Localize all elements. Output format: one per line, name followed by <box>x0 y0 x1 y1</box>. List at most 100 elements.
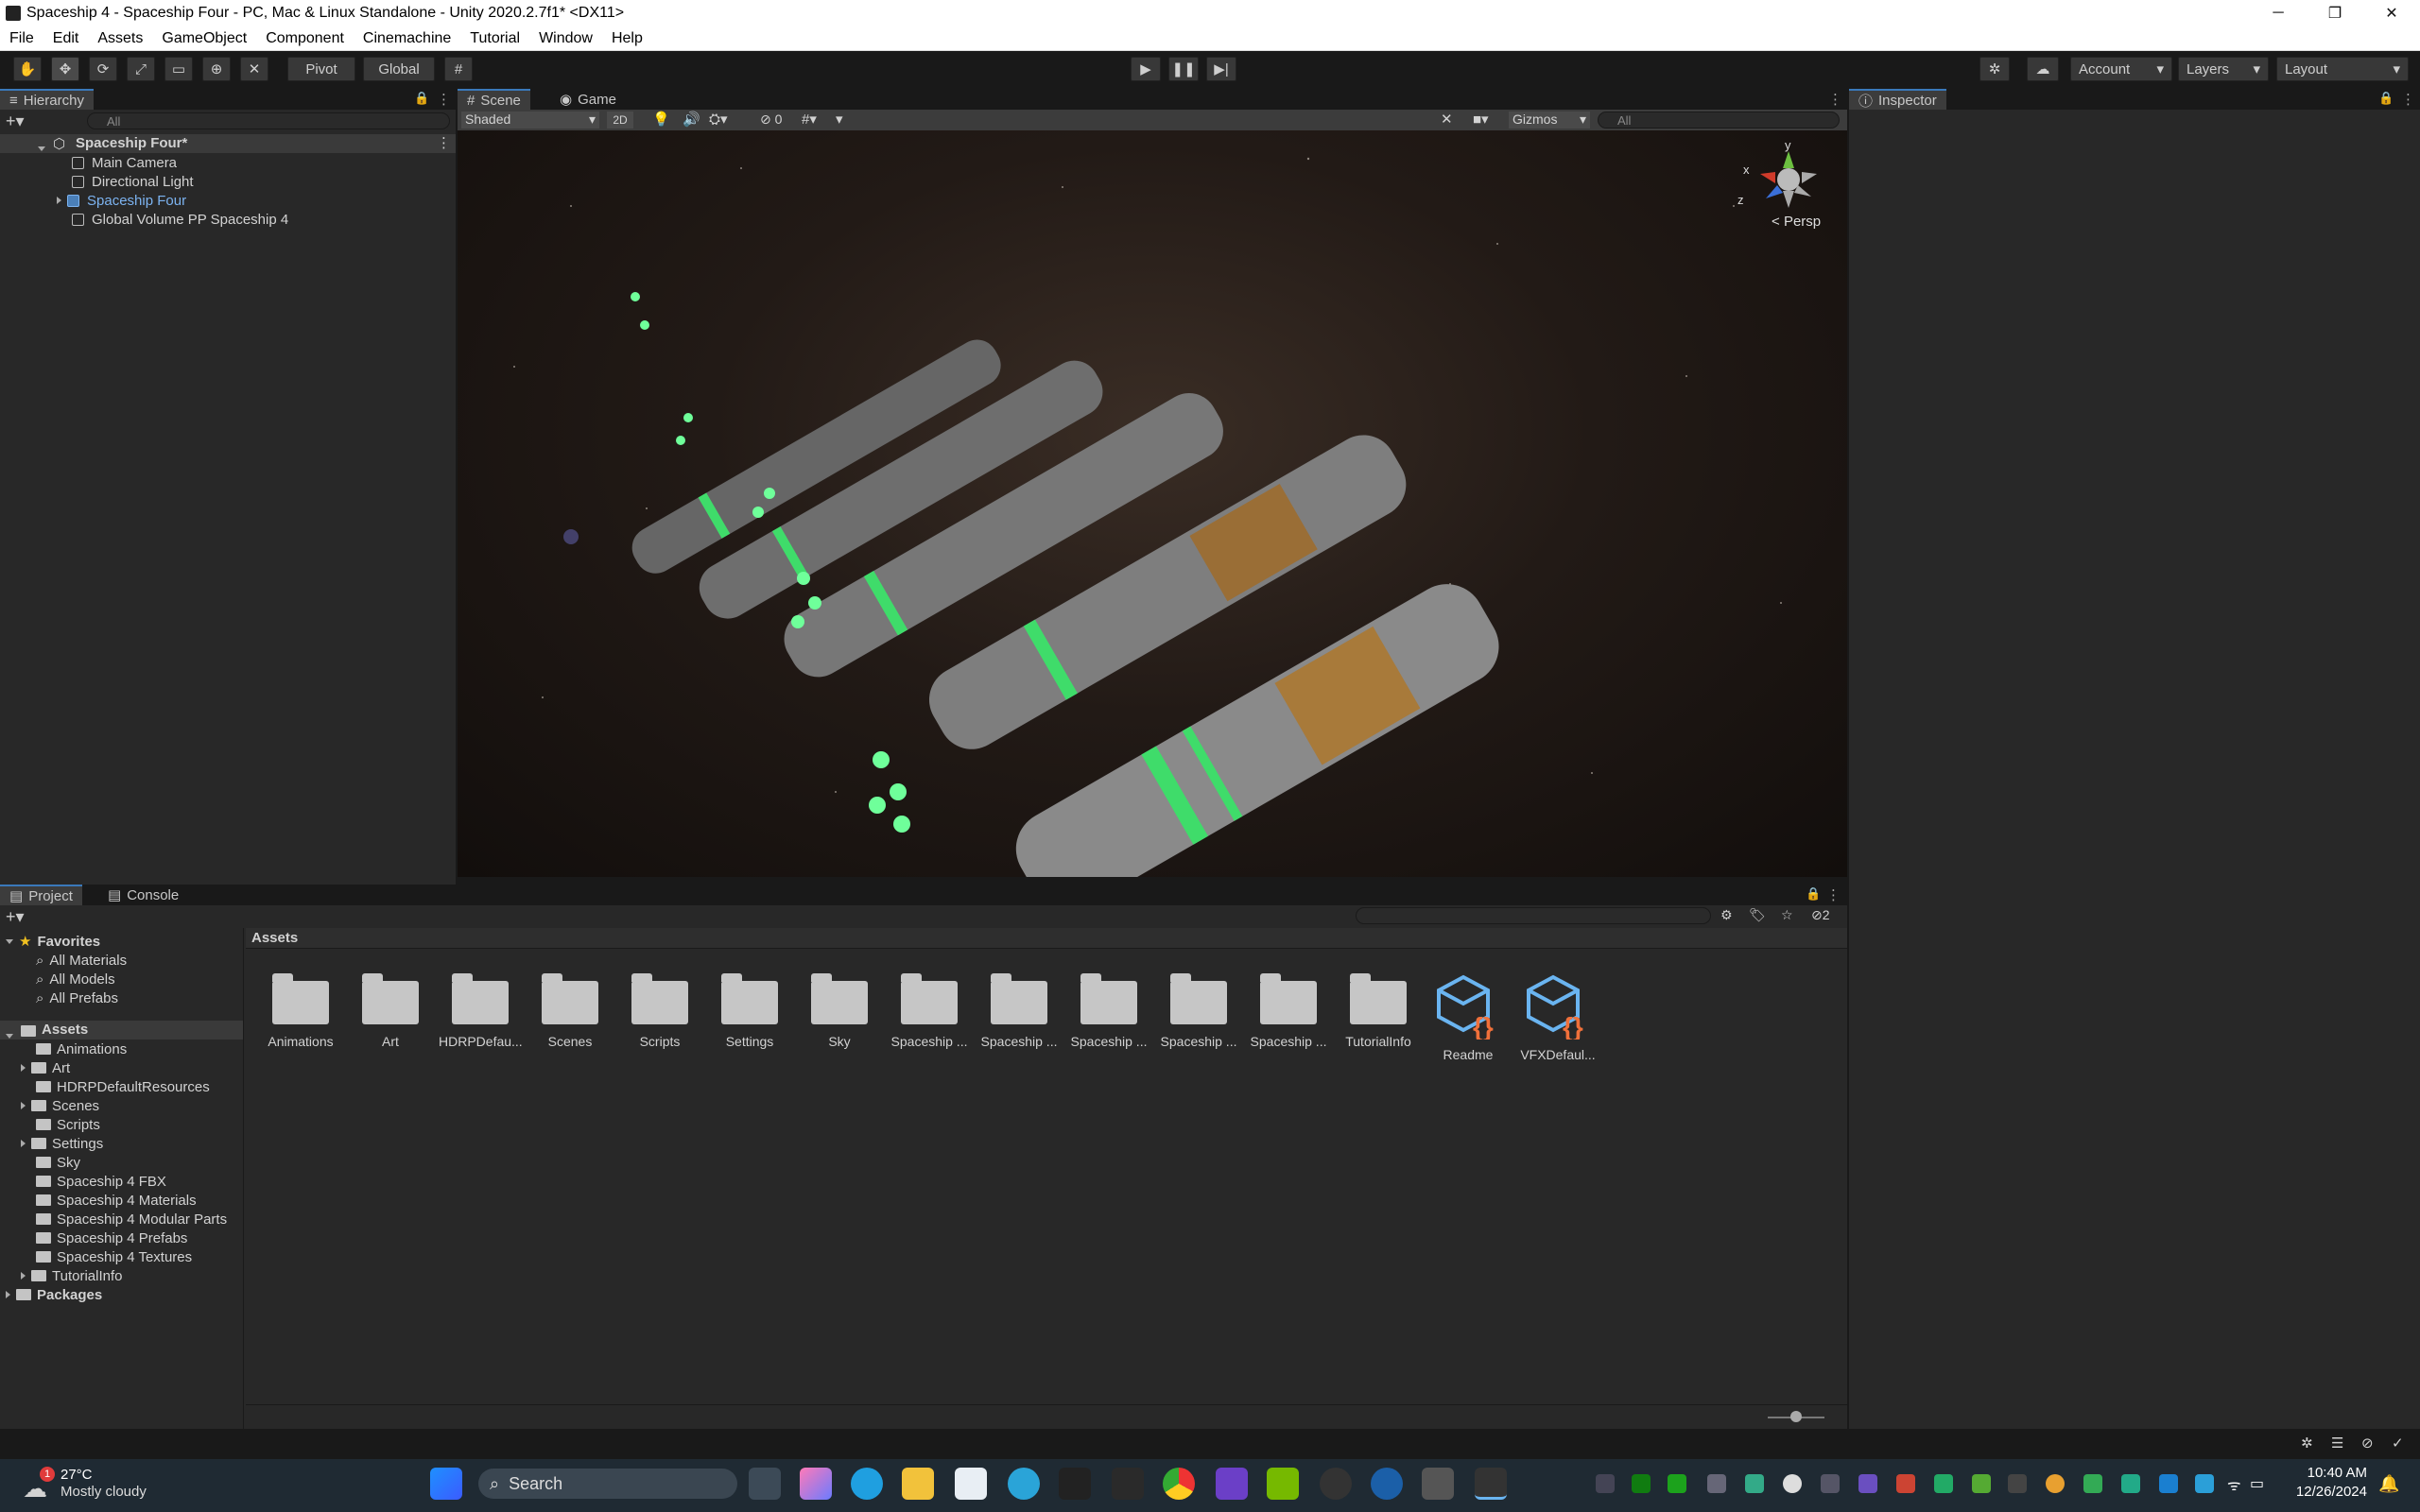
xbox-icon[interactable] <box>1632 1474 1651 1493</box>
chevron-down-icon[interactable]: ▾ <box>836 111 843 128</box>
tab-scene[interactable]: # Scene <box>458 89 530 110</box>
hierarchy-item[interactable]: Spaceship Four <box>57 191 186 210</box>
file-explorer-icon[interactable] <box>902 1468 934 1500</box>
asset-item-folder[interactable]: TutorialInfo <box>1337 973 1420 1049</box>
tray-app-icon[interactable] <box>2121 1474 2140 1493</box>
star-icon[interactable]: ☆ <box>1781 907 1793 923</box>
steam-icon[interactable] <box>1371 1468 1403 1500</box>
tray-app-icon[interactable] <box>1745 1474 1764 1493</box>
tray-app-icon[interactable] <box>2046 1474 2065 1493</box>
menu-tutorial[interactable]: Tutorial <box>460 30 529 47</box>
menu-help[interactable]: Help <box>602 30 652 47</box>
scale-tool-icon[interactable]: ⤢ <box>127 57 155 81</box>
lighting-icon[interactable]: 💡 <box>652 111 670 128</box>
task-view-icon[interactable] <box>749 1468 781 1500</box>
search-by-type-icon[interactable]: ⚙ <box>1720 907 1733 923</box>
menu-component[interactable]: Component <box>256 30 354 47</box>
kebab-menu-icon[interactable]: ⋮ <box>1826 886 1841 903</box>
kebab-menu-icon[interactable]: ⋮ <box>2401 91 2415 108</box>
stack-icon[interactable]: ☰ <box>2331 1435 2343 1452</box>
windows-start-icon[interactable] <box>430 1468 462 1500</box>
asset-item-folder[interactable]: Sky <box>798 973 881 1049</box>
expand-icon[interactable] <box>57 197 61 204</box>
battery-icon[interactable]: ▭ <box>2250 1474 2269 1493</box>
asset-item-readme[interactable]: {} Readme <box>1426 973 1510 1062</box>
asset-item-vfx[interactable]: {} VFXDefaul... <box>1516 973 1599 1062</box>
grid-icon[interactable]: #▾ <box>802 111 817 128</box>
rotate-tool-icon[interactable]: ⟳ <box>89 57 117 81</box>
toggle-2d-button[interactable]: 2D <box>607 112 633 129</box>
nvidia-icon[interactable] <box>1267 1468 1299 1500</box>
effects-icon[interactable]: ⛭▾ <box>709 111 728 128</box>
maximize-button[interactable]: ❐ <box>2307 0 2363 26</box>
asset-item-folder[interactable]: Settings <box>708 973 791 1049</box>
app-icon[interactable] <box>1112 1468 1144 1500</box>
asset-item-folder[interactable]: Spaceship ... <box>1157 973 1240 1049</box>
hidden-objects-toggle[interactable]: ⊘ 0 <box>760 112 782 128</box>
scene-search-input[interactable]: All <box>1598 112 1840 129</box>
menu-edit[interactable]: Edit <box>43 30 89 47</box>
obs-icon[interactable] <box>1320 1468 1352 1500</box>
layout-dropdown[interactable]: Layout ▾ <box>2276 57 2409 81</box>
asset-folder-item[interactable]: Art <box>21 1058 70 1077</box>
asset-folder-item[interactable]: Spaceship 4 Modular Parts <box>36 1210 227 1228</box>
camera-icon[interactable]: ■▾ <box>1473 111 1489 128</box>
app-icon[interactable] <box>1422 1468 1454 1500</box>
tray-app-icon[interactable] <box>1972 1474 1991 1493</box>
clock-time[interactable]: 10:40 AM <box>2295 1465 2367 1481</box>
close-button[interactable]: ✕ <box>2363 0 2420 26</box>
lock-icon[interactable]: 🔒 <box>1806 886 1821 902</box>
kebab-menu-icon[interactable]: ⋮ <box>1828 91 1842 108</box>
add-icon[interactable]: +▾ <box>6 112 25 131</box>
projection-label[interactable]: < Persp <box>1772 214 1821 230</box>
edge-icon[interactable] <box>851 1468 883 1500</box>
teams-icon[interactable] <box>1858 1474 1877 1493</box>
hierarchy-item[interactable]: Directional Light <box>72 172 194 191</box>
menu-cinemachine[interactable]: Cinemachine <box>354 30 460 47</box>
tray-app-icon[interactable] <box>1821 1474 1840 1493</box>
keyboard-icon[interactable] <box>2008 1474 2027 1493</box>
tray-app-icon[interactable] <box>1934 1474 1953 1493</box>
tab-project[interactable]: ▤ Project <box>0 885 82 905</box>
tab-hierarchy[interactable]: ≡ Hierarchy <box>0 89 94 110</box>
create-icon[interactable]: +▾ <box>6 907 25 927</box>
step-button[interactable]: ▶| <box>1206 57 1236 81</box>
expand-icon[interactable] <box>6 1026 19 1043</box>
favorites-header[interactable]: ★ Favorites <box>6 932 100 951</box>
shading-dropdown[interactable]: Shaded ▾ <box>461 112 599 129</box>
scene-row[interactable]: ⬡ Spaceship Four* ⋮ <box>0 134 456 153</box>
tab-game[interactable]: ◉ Game <box>550 89 626 110</box>
store-icon[interactable] <box>955 1468 987 1500</box>
slider-handle[interactable] <box>1790 1411 1802 1422</box>
minimize-button[interactable]: ─ <box>2250 0 2307 26</box>
progress-icon[interactable]: ⊘ <box>2361 1435 2374 1452</box>
notification-bell-icon[interactable]: 🔔 <box>2378 1474 2399 1493</box>
asset-folder-item[interactable]: Scripts <box>36 1115 100 1134</box>
browser-icon[interactable] <box>1008 1468 1040 1500</box>
orientation-gizmo[interactable]: y x z < Persp <box>1732 138 1836 232</box>
asset-folder-item[interactable]: Spaceship 4 Materials <box>36 1191 197 1210</box>
transform-tool-icon[interactable]: ⊕ <box>202 57 231 81</box>
chrome-icon[interactable] <box>1163 1468 1195 1500</box>
tray-app-icon[interactable] <box>1596 1474 1615 1493</box>
asset-folder-item[interactable]: Settings <box>21 1134 103 1153</box>
asset-folder-item[interactable]: HDRPDefaultResources <box>36 1077 210 1096</box>
packages-row[interactable]: Packages <box>6 1285 102 1304</box>
alienware-icon[interactable] <box>1059 1468 1091 1500</box>
tray-app-icon[interactable] <box>1668 1474 1686 1493</box>
asset-item-folder[interactable]: Scripts <box>618 973 701 1049</box>
kebab-menu-icon[interactable]: ⋮ <box>437 91 451 108</box>
lock-icon[interactable]: 🔒 <box>2378 91 2394 106</box>
copilot-icon[interactable] <box>800 1468 832 1500</box>
tab-inspector[interactable]: ⓘ Inspector <box>1849 89 1946 110</box>
hierarchy-search-input[interactable]: All <box>87 112 450 129</box>
tray-app-icon[interactable] <box>1707 1474 1726 1493</box>
project-search-input[interactable] <box>1356 907 1711 924</box>
unity-taskbar-icon[interactable] <box>1475 1468 1507 1500</box>
favorite-item[interactable]: ⌕ All Models <box>36 970 115 988</box>
custom-tool-icon[interactable]: ✕ <box>240 57 268 81</box>
hidden-packages-toggle[interactable]: ⊘2 <box>1811 907 1830 923</box>
hierarchy-item[interactable]: Global Volume PP Spaceship 4 <box>72 210 288 229</box>
pause-button[interactable]: ❚❚ <box>1168 57 1199 81</box>
rect-tool-icon[interactable]: ▭ <box>164 57 193 81</box>
